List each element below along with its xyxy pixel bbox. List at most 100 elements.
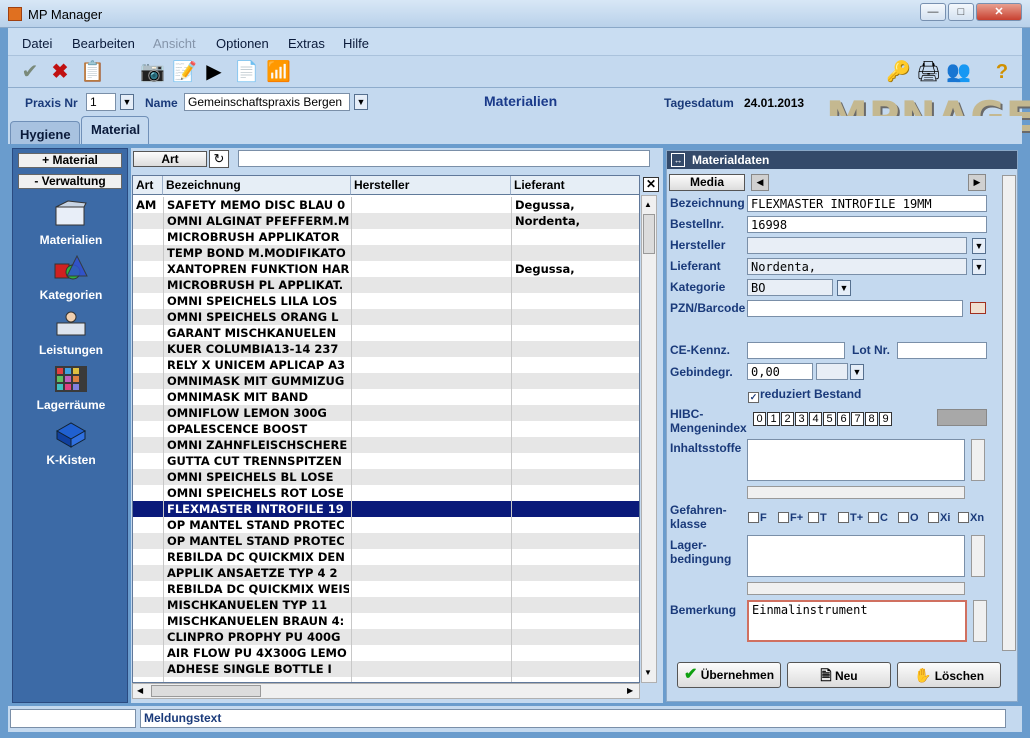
media-prev-icon[interactable]: ◀ (751, 174, 769, 191)
scroll-thumb[interactable] (643, 214, 655, 254)
inhaltsstoffe-textarea[interactable] (747, 439, 965, 481)
kategorie-field[interactable]: BO (747, 279, 833, 296)
table-row[interactable]: TEMP BOND M.MODIFIKATO (133, 245, 639, 261)
copy-icon[interactable]: 📋 (80, 60, 105, 84)
tab-hygiene[interactable]: Hygiene (10, 121, 80, 144)
help-icon[interactable]: ? (990, 60, 1014, 84)
table-row[interactable]: REBILDA DC QUICKMIX DEN (133, 549, 639, 565)
table-row[interactable]: AIR FLOW PU 4X300G LEMO (133, 645, 639, 661)
hazard-checkbox[interactable]: Xn (958, 512, 984, 524)
table-row[interactable]: OMNI SPEICHELS BL LOSE (133, 469, 639, 485)
close-list-icon[interactable]: ✕ (643, 177, 659, 192)
sidebar-item-leistungen[interactable]: Leistungen (13, 309, 129, 357)
lagerbedingung-textarea[interactable] (747, 535, 965, 577)
expand-icon[interactable]: ↔ (671, 153, 685, 167)
hersteller-dropdown-icon[interactable]: ▼ (972, 238, 986, 254)
table-row[interactable]: GARANT MISCHKANUELEN (133, 325, 639, 341)
close-window-button[interactable]: ✕ (976, 3, 1022, 21)
reduziert-checkbox[interactable]: ✓ reduziert Bestand (748, 387, 861, 403)
menu-optionen[interactable]: Optionen (216, 36, 269, 51)
hazard-checkbox[interactable]: C (868, 512, 888, 524)
table-row[interactable]: MISCHKANUELEN TYP 11 (133, 597, 639, 613)
barcode-icon[interactable] (970, 302, 986, 314)
hscroll-thumb[interactable] (151, 685, 261, 697)
hibc-digit[interactable]: 9 (879, 412, 892, 426)
scroll-left-icon[interactable]: ◀ (137, 686, 143, 695)
uebernehmen-button[interactable]: ✔ Übernehmen (677, 662, 781, 688)
table-row[interactable]: OMNI SPEICHELS ROT LOSE (133, 485, 639, 501)
hazard-checkbox[interactable]: O (898, 512, 919, 524)
hibc-digit[interactable]: 1 (767, 412, 780, 426)
list-vertical-scrollbar[interactable]: ▲ ▼ (641, 195, 657, 683)
kategorie-dropdown-icon[interactable]: ▼ (837, 280, 851, 296)
printer-icon[interactable]: 🖨 (916, 60, 941, 84)
scroll-right-icon[interactable]: ▶ (627, 686, 633, 695)
material-group-button[interactable]: + Material (18, 153, 122, 168)
table-row[interactable]: OPALESCENCE BOOST (133, 421, 639, 437)
table-row[interactable]: MICROBRUSH PL APPLIKAT. (133, 277, 639, 293)
bezeichnung-field[interactable]: FLEXMASTER INTROFILE 19MM (747, 195, 987, 212)
lieferant-field[interactable]: Nordenta, (747, 258, 967, 275)
table-row[interactable]: OMNI SPEICHELS LILA LOS (133, 293, 639, 309)
check-icon[interactable]: ✔ (18, 60, 42, 84)
lieferant-dropdown-icon[interactable]: ▼ (972, 259, 986, 275)
column-header-lieferant[interactable]: Lieferant (511, 176, 639, 195)
sidebar-item-kategorien[interactable]: Kategorien (13, 254, 129, 302)
gebinde-dropdown-icon[interactable]: ▼ (850, 364, 864, 380)
gebinde-unit-field[interactable] (816, 363, 848, 380)
hazard-checkbox[interactable]: T+ (838, 512, 863, 524)
table-row[interactable]: OMNIMASK MIT BAND (133, 389, 639, 405)
sidebar-item-k-kisten[interactable]: K-Kisten (13, 419, 129, 467)
sidebar-item-materialien[interactable]: Materialien (13, 199, 129, 247)
menu-hilfe[interactable]: Hilfe (343, 36, 369, 51)
hazard-checkbox[interactable]: F+ (778, 512, 803, 524)
hazard-checkbox[interactable]: F (748, 512, 767, 524)
maximize-button[interactable]: □ (948, 3, 974, 21)
hibc-digit[interactable]: 0 (753, 412, 766, 426)
refresh-icon[interactable]: ↻ (209, 150, 229, 168)
hibc-digit[interactable]: 4 (809, 412, 822, 426)
inhaltsstoffe-scrollbar[interactable] (971, 439, 985, 481)
details-vertical-scrollbar[interactable] (1002, 175, 1016, 651)
table-row[interactable]: GUTTA CUT TRENNSPITZEN (133, 453, 639, 469)
table-row[interactable]: OP MANTEL STAND PROTEC (133, 533, 639, 549)
table-row[interactable]: KUER COLUMBIA13-14 237 (133, 341, 639, 357)
menu-datei[interactable]: Datei (22, 36, 52, 51)
hibc-digit[interactable]: 6 (837, 412, 850, 426)
hibc-digit[interactable]: 8 (865, 412, 878, 426)
ce-field[interactable] (747, 342, 845, 359)
table-row[interactable]: ADHESE SINGLE BOTTLE I (133, 661, 639, 677)
hibc-digit[interactable]: 7 (851, 412, 864, 426)
table-row[interactable]: OMNIMASK MIT GUMMIZUG (133, 373, 639, 389)
hibc-digit[interactable]: 2 (781, 412, 794, 426)
table-row[interactable]: MICROBRUSH APPLIKATOR (133, 229, 639, 245)
column-header-art[interactable]: Art (133, 176, 163, 195)
scanner-icon[interactable]: 📶 (266, 60, 291, 84)
table-row[interactable]: CLINPRO PROPHY PU 400G (133, 629, 639, 645)
loeschen-button[interactable]: ✋ Löschen (897, 662, 1001, 688)
table-row[interactable]: MISCHKANUELEN BRAUN 4: (133, 613, 639, 629)
bemerkung-textarea[interactable]: Einmalinstrument (747, 600, 967, 642)
table-row[interactable]: OMNI ZAHNFLEISCHSCHERE (133, 437, 639, 453)
key-icon[interactable]: 🔑 (886, 60, 911, 84)
users-icon[interactable]: 👥 (946, 60, 971, 84)
table-row[interactable]: APPLIK ANSAETZE TYP 4 2 (133, 565, 639, 581)
search-input[interactable] (238, 150, 650, 167)
table-row[interactable]: OMNI SPEICHELS ORANG L (133, 309, 639, 325)
pzn-field[interactable] (747, 300, 963, 317)
table-row[interactable]: REBILDA DC QUICKMIX WEIS (133, 581, 639, 597)
minimize-button[interactable]: — (920, 3, 946, 21)
hazard-checkbox[interactable]: T (808, 512, 827, 524)
media-next-icon[interactable]: ▶ (968, 174, 986, 191)
lot-field[interactable] (897, 342, 987, 359)
bestellnr-field[interactable]: 16998 (747, 216, 987, 233)
lagerbedingung-hscroll[interactable] (747, 582, 965, 595)
camera-icon[interactable]: 📷 (140, 60, 165, 84)
media-button[interactable]: Media (669, 174, 745, 191)
menu-extras[interactable]: Extras (288, 36, 325, 51)
table-row[interactable]: FLEXMASTER INTROFILE 19 (133, 501, 639, 517)
qm-icon[interactable]: 📄 (234, 60, 259, 84)
list-horizontal-scrollbar[interactable]: ◀ ▶ (132, 683, 640, 699)
hersteller-field[interactable] (747, 237, 967, 254)
inhaltsstoffe-hscroll[interactable] (747, 486, 965, 499)
